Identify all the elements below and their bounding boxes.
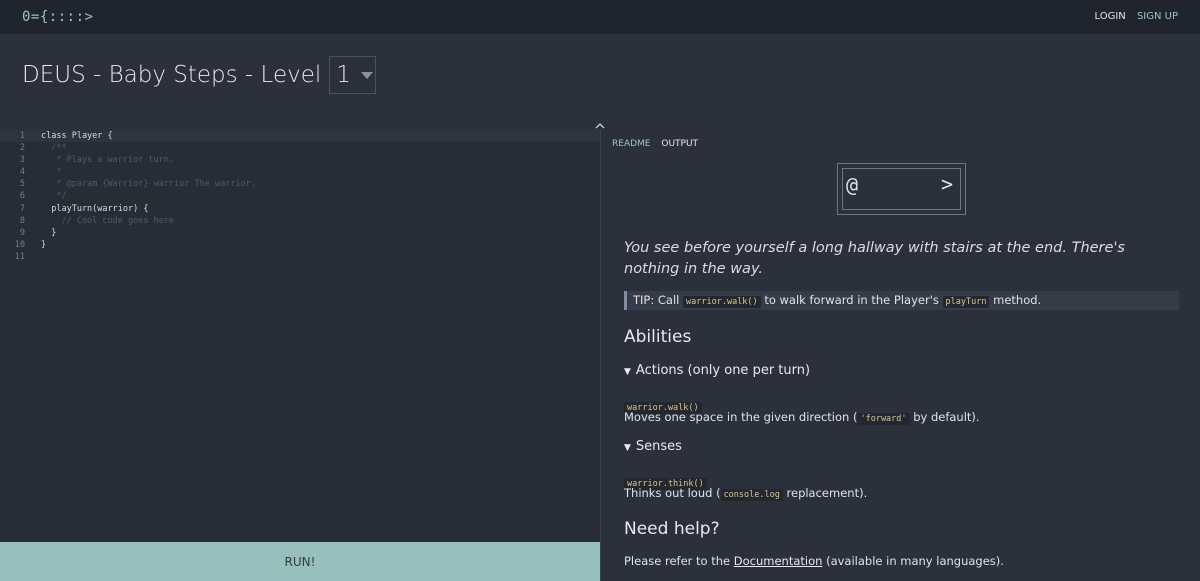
auth-links: LOGIN SIGN UP	[1086, 11, 1178, 22]
readme-panel: README OUTPUT @ > You see before yoursel…	[600, 130, 1200, 581]
abilities-heading: Abilities	[624, 327, 692, 347]
code-line: 1 class Player {	[0, 130, 600, 143]
level-value: 1	[336, 62, 351, 88]
think-description: Thinks out loud (console.log replacement…	[624, 486, 868, 501]
warrior-tile: @	[846, 173, 859, 197]
walk-description: Moves one space in the given direction (…	[624, 410, 980, 425]
chevron-up-icon[interactable]	[594, 117, 606, 129]
tab-readme[interactable]: README	[612, 139, 650, 149]
level-description: You see before yourself a long hallway w…	[624, 240, 1125, 277]
login-link[interactable]: LOGIN	[1094, 11, 1125, 22]
tip-code-playturn: playTurn	[942, 296, 990, 308]
chevron-down-icon	[360, 71, 373, 79]
code-line: 3 * Plays a warrior turn.	[19, 155, 175, 166]
triangle-down-icon: ▼	[624, 367, 631, 377]
signup-link[interactable]: SIGN UP	[1137, 11, 1178, 22]
panel-tabs: README OUTPUT	[612, 139, 706, 149]
code-line: 5 * @param {Warrior} warrior The warrior…	[19, 179, 256, 190]
help-text: Please refer to the Documentation (avail…	[624, 554, 1004, 568]
code-line: 6 */	[19, 191, 67, 202]
code-line: 9 }	[19, 227, 57, 238]
help-heading: Need help?	[624, 519, 720, 539]
tip-code-walk: warrior.walk()	[683, 296, 761, 308]
code-line: 10 }	[14, 239, 47, 250]
run-button[interactable]: RUN!	[0, 542, 600, 581]
level-board: @ >	[837, 163, 966, 215]
code-line: 11	[14, 251, 25, 262]
triangle-down-icon: ▼	[624, 443, 631, 453]
senses-heading[interactable]: ▼ Senses	[624, 439, 682, 454]
page-title: DEUS - Baby Steps - Level	[22, 62, 322, 88]
code-line: 4 *	[19, 167, 62, 178]
code-line: 8 // Cool code goes here	[19, 215, 175, 226]
page-header: DEUS - Baby Steps - Level 1	[22, 56, 377, 94]
level-select[interactable]: 1	[329, 56, 377, 94]
tip-box: TIP: Call warrior.walk() to walk forward…	[624, 291, 1179, 310]
tab-output[interactable]: OUTPUT	[661, 139, 698, 149]
code-line: 7 playTurn(warrior) {	[19, 203, 149, 214]
logo[interactable]: 0={::::>	[22, 9, 93, 25]
stairs-tile: >	[941, 172, 954, 196]
documentation-link[interactable]: Documentation	[734, 554, 823, 568]
top-nav: 0={::::> LOGIN SIGN UP	[0, 0, 1200, 34]
code-line: 2 /**	[19, 143, 67, 154]
code-editor[interactable]: 1 class Player { 2 /** 3 * Plays a warri…	[0, 130, 600, 542]
actions-heading[interactable]: ▼ Actions (only one per turn)	[624, 363, 810, 378]
